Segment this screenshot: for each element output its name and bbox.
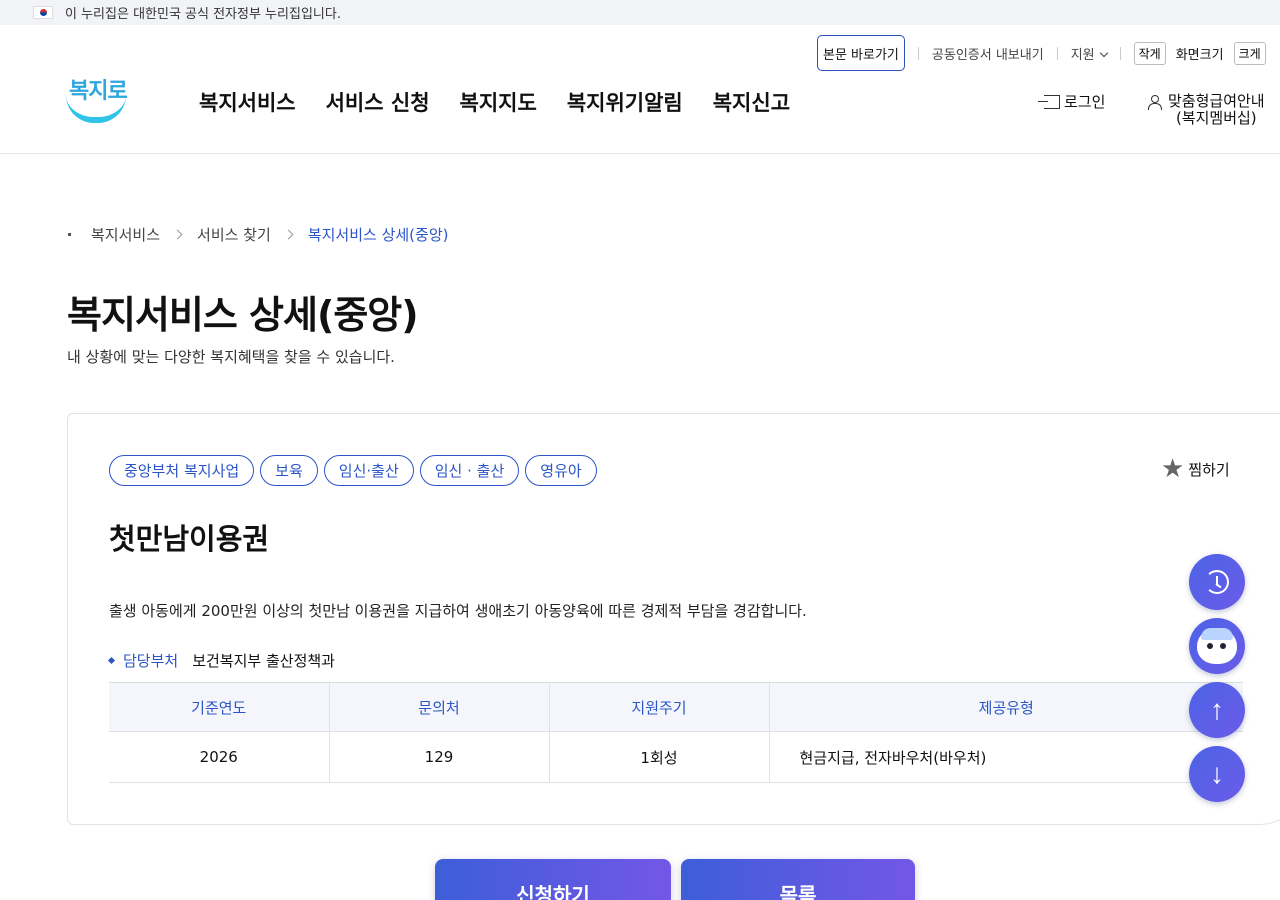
service-detail-card: 중앙부처 복지사업 보육 임신·출산 임신 · 출산 영유아 ★ 찜하기 첫만남… (67, 413, 1280, 825)
font-small-button[interactable]: 작게 (1133, 41, 1166, 65)
cell-contact: 129 (329, 731, 550, 783)
service-tags: 중앙부처 복지사업 보육 임신·출산 임신 · 출산 영유아 (109, 455, 597, 486)
history-icon (1205, 570, 1229, 594)
tag-central-ministry[interactable]: 중앙부처 복지사업 (109, 455, 255, 486)
department-value: 보건복지부 출산정책과 (192, 652, 335, 670)
membership-label: 맞춤형급여안내 (복지멤버십) (1168, 93, 1265, 127)
breadcrumb: 복지서비스 서비스 찾기 복지서비스 상세(중앙) (68, 224, 448, 245)
membership-label-line2: (복지멤버십) (1175, 109, 1257, 127)
login-label: 로그인 (1064, 93, 1106, 111)
table-row: 2026 129 1회성 현금지급, 전자바우처(바우처) (109, 731, 1243, 783)
department-label: 담당부처 (123, 652, 179, 670)
list-button[interactable]: 목록 (681, 859, 915, 900)
header-contact: 문의처 (329, 682, 550, 732)
tag-pregnancy-birth-2[interactable]: 임신 · 출산 (419, 455, 520, 486)
site-header: 본문 바로가기 공동인증서 내보내기 지원 작게 화면크기 크게 복지로 복지서… (0, 25, 1280, 154)
login-link[interactable]: 로그인 (1038, 91, 1106, 112)
divider (917, 46, 919, 60)
nav-service-apply[interactable]: 서비스 신청 (326, 87, 430, 117)
login-icon (1038, 94, 1060, 109)
membership-label-line1: 맞춤형급여안내 (1168, 92, 1265, 110)
floating-buttons: ↑ ↓ (1189, 554, 1245, 802)
chatbot-button[interactable] (1189, 618, 1245, 674)
gov-notice-bar: 이 누리집은 대한민국 공식 전자정부 누리집입니다. (0, 0, 1280, 25)
tag-infant[interactable]: 영유아 (525, 455, 597, 486)
tag-childcare[interactable]: 보육 (260, 455, 318, 486)
tag-pregnancy-birth[interactable]: 임신·출산 (323, 455, 414, 486)
nav-welfare-report[interactable]: 복지신고 (713, 87, 790, 117)
cell-provision-type: 현금지급, 전자바우처(바우처) (769, 731, 1243, 783)
main-navigation: 복지서비스 서비스 신청 복지지도 복지위기알림 복지신고 (199, 87, 790, 117)
favorite-button[interactable]: ★ 찜하기 (1161, 456, 1230, 482)
action-buttons: 신청하기 목록 (435, 859, 915, 900)
chevron-right-icon (283, 229, 294, 240)
favorite-label: 찜하기 (1188, 460, 1230, 479)
scroll-bottom-button[interactable]: ↓ (1189, 746, 1245, 802)
table-header-row: 기준연도 문의처 지원주기 제공유형 (109, 682, 1243, 732)
service-title: 첫만남이용권 (109, 522, 270, 556)
chatbot-icon (1197, 628, 1237, 664)
apply-button[interactable]: 신청하기 (435, 859, 671, 900)
header-provision-type: 제공유형 (769, 682, 1243, 732)
logo-smile-icon (66, 95, 126, 123)
home-dot-icon (68, 233, 71, 236)
chevron-right-icon (172, 229, 183, 240)
arrow-down-icon: ↓ (1210, 758, 1224, 789)
font-size-label: 화면크기 (1175, 47, 1224, 63)
nav-welfare-map[interactable]: 복지지도 (460, 87, 537, 117)
breadcrumb-item-current: 복지서비스 상세(중앙) (307, 226, 449, 244)
korea-flag-icon (33, 6, 53, 19)
utility-bar: 본문 바로가기 공동인증서 내보내기 지원 작게 화면크기 크게 (817, 35, 1266, 71)
service-description: 출생 아동에게 200만원 이상의 첫만남 이용권을 지급하여 생애초기 아동양… (109, 602, 807, 620)
cell-support-cycle: 1회성 (549, 731, 770, 783)
breadcrumb-item-service-search[interactable]: 서비스 찾기 (197, 224, 271, 245)
arrow-up-icon: ↑ (1210, 694, 1224, 725)
language-support-label: 지원 (1070, 47, 1095, 63)
header-base-year: 기준연도 (109, 682, 330, 732)
breadcrumb-item-welfare-service[interactable]: 복지서비스 (91, 224, 160, 245)
nav-welfare-crisis-alert[interactable]: 복지위기알림 (567, 87, 683, 117)
nav-welfare-service[interactable]: 복지서비스 (199, 87, 296, 117)
header-support-cycle: 지원주기 (549, 682, 770, 732)
font-large-button[interactable]: 크게 (1233, 41, 1266, 65)
star-icon: ★ (1161, 454, 1185, 484)
scroll-top-button[interactable]: ↑ (1189, 682, 1245, 738)
page-title: 복지서비스 상세(중앙) (67, 293, 419, 337)
gov-notice-text: 이 누리집은 대한민국 공식 전자정부 누리집입니다. (65, 7, 341, 22)
membership-link[interactable]: 맞춤형급여안내 (복지멤버십) (1148, 93, 1265, 127)
recent-history-button[interactable] (1189, 554, 1245, 610)
divider (1056, 46, 1058, 60)
department-info: 담당부처 보건복지부 출산정책과 (107, 650, 335, 671)
language-support-dropdown[interactable]: 지원 (1070, 44, 1108, 63)
divider (1119, 46, 1121, 60)
page-subtitle: 내 상황에 맞는 다양한 복지혜택을 찾을 수 있습니다. (67, 348, 395, 366)
bullet-diamond-icon (107, 656, 116, 665)
cert-export-link[interactable]: 공동인증서 내보내기 (932, 44, 1044, 63)
chevron-down-icon (1099, 48, 1108, 57)
service-info-table: 기준연도 문의처 지원주기 제공유형 2026 129 1회성 현금지급, 전자… (109, 682, 1243, 783)
site-logo[interactable]: 복지로 (66, 73, 128, 125)
user-add-icon (1148, 95, 1164, 110)
cell-base-year: 2026 (109, 731, 330, 783)
skip-to-content-link[interactable]: 본문 바로가기 (817, 35, 905, 71)
